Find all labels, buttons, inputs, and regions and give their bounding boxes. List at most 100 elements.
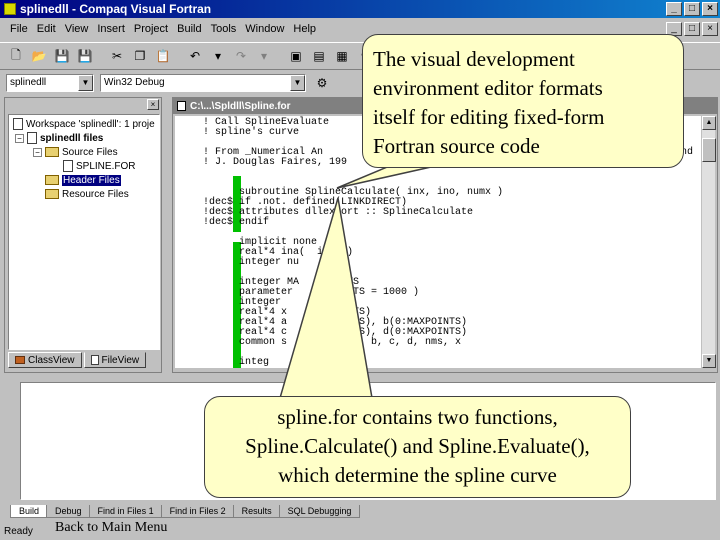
paste-icon: 📋: [155, 49, 171, 63]
redo-icon: ↷: [235, 49, 247, 63]
workspace-pane-header: ×: [5, 98, 161, 113]
file-tree: Workspace 'splinedll': 1 proje − splined…: [8, 114, 160, 350]
tree-item-resource-files[interactable]: Resource Files: [13, 187, 159, 201]
scroll-thumb[interactable]: [702, 138, 716, 162]
tree-item-source-files[interactable]: − Source Files: [13, 145, 159, 159]
minimize-button[interactable]: _: [666, 2, 682, 16]
undo-dropdown[interactable]: ▾: [208, 46, 228, 66]
code-line: ! J. Douglas Faires, 199: [203, 157, 348, 168]
code-line: !dec$ endif: [203, 217, 270, 228]
class-icon: [15, 356, 25, 364]
project-combo-value: splinedll: [10, 77, 47, 88]
tab-debug[interactable]: Debug: [46, 505, 91, 518]
menu-edit[interactable]: Edit: [37, 23, 56, 35]
menu-help[interactable]: Help: [293, 23, 316, 35]
callout-line: The visual development: [373, 47, 575, 71]
new-file-button[interactable]: 🗋: [6, 46, 26, 66]
chevron-down-icon[interactable]: ▼: [290, 75, 305, 91]
save-all-icon: 💾: [77, 49, 93, 63]
pane-close-icon[interactable]: ×: [147, 99, 159, 110]
window-controls: _ □ ×: [666, 2, 718, 16]
save-all-button[interactable]: 💾: [75, 46, 95, 66]
tab-fileview[interactable]: FileView: [83, 352, 147, 368]
output-toggle-button[interactable]: ▤: [309, 46, 329, 66]
copy-button[interactable]: ❐: [130, 46, 150, 66]
menu-view[interactable]: View: [65, 23, 89, 35]
callout-line: Fortran source code: [373, 134, 540, 158]
collapse-icon[interactable]: −: [15, 133, 24, 143]
window-title: splinedll - Compaq Visual Fortran: [20, 2, 212, 16]
configuration-combo-value: Win32 Debug: [104, 77, 165, 88]
close-button[interactable]: ×: [702, 2, 718, 16]
tab-find-in-files-2[interactable]: Find in Files 2: [160, 505, 235, 518]
redo-button[interactable]: ↷: [231, 46, 251, 66]
scroll-up-icon[interactable]: ▲: [702, 116, 716, 130]
chevron-down-icon[interactable]: ▼: [78, 75, 93, 91]
code-line: common s / a, b, c, d, nms, x: [203, 337, 462, 348]
fortran-file-icon: [63, 160, 73, 172]
window-list-button[interactable]: ▦: [332, 46, 352, 66]
tree-item-spline-for[interactable]: SPLINE.FOR: [13, 159, 159, 173]
tab-label: ClassView: [28, 354, 75, 366]
folder-icon: [45, 147, 59, 157]
status-text: Ready: [4, 526, 33, 537]
new-file-icon: 🗋: [11, 47, 21, 62]
menu-insert[interactable]: Insert: [97, 23, 125, 35]
code-line: ! spline's curve: [203, 127, 300, 138]
menu-window[interactable]: Window: [245, 23, 284, 35]
cut-button[interactable]: ✂: [107, 46, 127, 66]
configuration-combo[interactable]: Win32 Debug ▼: [100, 74, 306, 92]
tab-results[interactable]: Results: [232, 505, 281, 518]
scroll-down-icon[interactable]: ▼: [702, 354, 716, 368]
save-icon: 💾: [54, 49, 70, 63]
copy-icon: ❐: [134, 49, 146, 63]
tab-sql-debugging[interactable]: SQL Debugging: [278, 505, 361, 518]
tree-item-label: SPLINE.FOR: [76, 160, 136, 172]
tree-item-workspace[interactable]: Workspace 'splinedll': 1 proje: [13, 117, 159, 131]
tab-classview[interactable]: ClassView: [8, 352, 82, 368]
callout-line: itself for editing fixed-form: [373, 105, 605, 129]
redo-dropdown[interactable]: ▾: [254, 46, 274, 66]
open-button[interactable]: 📂: [29, 46, 49, 66]
menu-project[interactable]: Project: [134, 23, 168, 35]
editor-scrollbar[interactable]: ▲ ▼: [701, 116, 716, 368]
mdi-maximize-button[interactable]: □: [684, 22, 700, 36]
folder-icon: [45, 189, 59, 199]
chevron-down-icon: ▾: [260, 49, 268, 63]
output-tabs: Build Debug Find in Files 1 Find in File…: [0, 504, 720, 518]
menu-file[interactable]: File: [10, 23, 28, 35]
editor-title: C:\...\Spldll\Spline.for: [190, 100, 291, 112]
paste-button[interactable]: 📋: [153, 46, 173, 66]
tree-item-header-files[interactable]: Header Files: [13, 173, 159, 187]
maximize-button[interactable]: □: [684, 2, 700, 16]
mdi-close-button[interactable]: ×: [702, 22, 718, 36]
project-icon: [27, 132, 37, 144]
tree-item-label: Workspace 'splinedll': 1 proje: [26, 118, 155, 130]
toolbar-separator: [176, 46, 182, 66]
workspace-toggle-button[interactable]: ▣: [286, 46, 306, 66]
tab-build[interactable]: Build: [10, 505, 49, 518]
workspace-tabs: ClassView FileView: [8, 352, 147, 368]
tab-find-in-files-1[interactable]: Find in Files 1: [88, 505, 163, 518]
output-window-icon: ▤: [313, 49, 325, 63]
undo-button[interactable]: ↶: [185, 46, 205, 66]
tree-item-label: Resource Files: [62, 188, 129, 200]
save-button[interactable]: 💾: [52, 46, 72, 66]
project-combo[interactable]: splinedll ▼: [6, 74, 94, 92]
back-to-main-menu-link[interactable]: Back to Main Menu: [55, 520, 167, 536]
callout-line: Spline.Calculate() and Spline.Evaluate()…: [245, 434, 590, 458]
scissors-icon: ✂: [111, 49, 123, 63]
toolbar-separator: [277, 46, 283, 66]
menu-build[interactable]: Build: [177, 23, 201, 35]
chevron-down-icon: ▾: [214, 49, 222, 63]
tree-item-project[interactable]: − splinedll files: [13, 131, 159, 145]
output-pane-gripper[interactable]: [4, 376, 18, 506]
callout-line: spline.for contains two functions,: [277, 405, 558, 429]
compile-button[interactable]: ⚙: [312, 73, 332, 93]
workspace-pane: × Workspace 'splinedll': 1 proje − splin…: [4, 97, 162, 373]
tab-label: FileView: [101, 354, 140, 366]
menu-tools[interactable]: Tools: [211, 23, 237, 35]
collapse-icon[interactable]: −: [33, 147, 42, 157]
code-line: integer nu: [203, 257, 300, 268]
tree-item-label: splinedll files: [40, 132, 104, 144]
